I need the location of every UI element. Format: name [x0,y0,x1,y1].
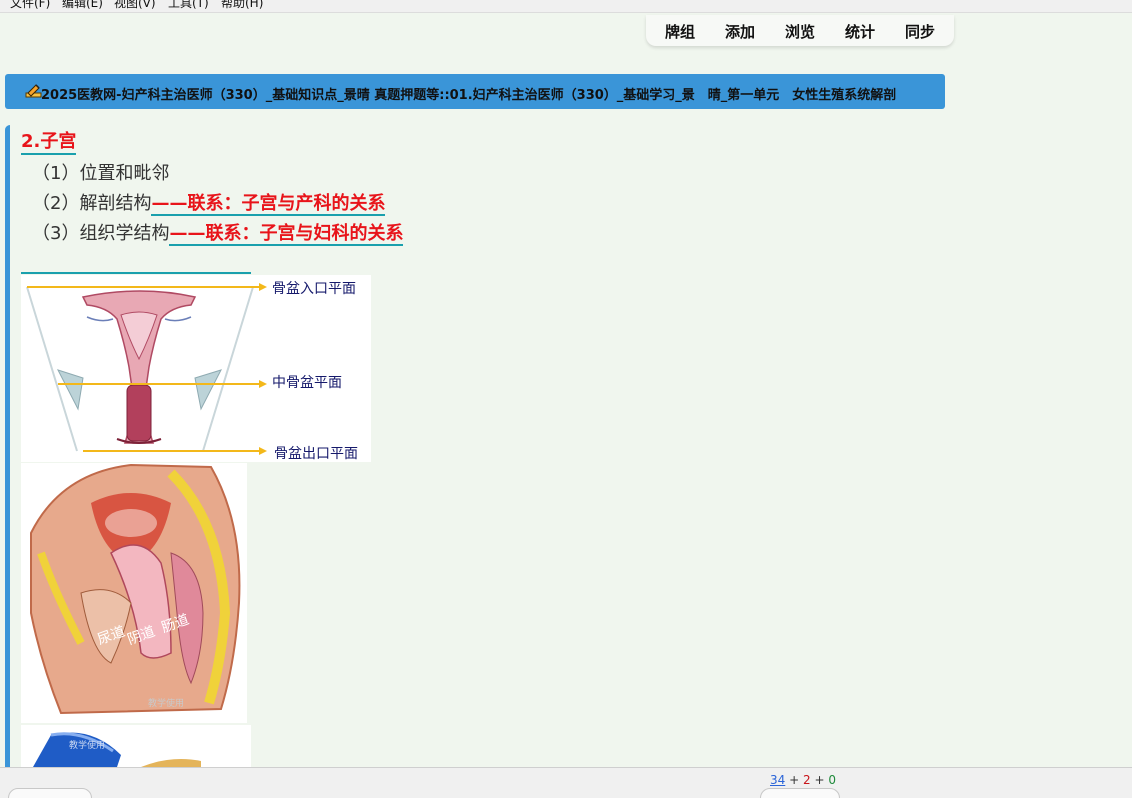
menu-file[interactable]: 文件(F) [10,0,50,9]
list-item-text: （2）解剖结构 [32,193,152,214]
due-counts: 34 + 2 + 0 [770,773,836,787]
edit-pencil-icon [25,84,42,98]
list-item-text: （3）组织学结构 [32,223,170,244]
pelvic-planes-illustration [26,283,267,455]
list-item-relation: ——联系：子宫与产科的关系 [151,193,386,216]
section-divider [21,272,251,274]
card-accent-bar [5,125,10,767]
list-item-text: （1）位置和毗邻 [32,163,170,184]
sagittal-section-figure: 尿道 阴道 肠道 教学使用 [21,463,247,723]
pelvic-planes-figure: 骨盆入口平面 中骨盆平面 骨盆出口平面 [21,275,371,462]
midpelvis-label: 中骨盆平面 [272,375,342,391]
plus-sign: + [814,773,825,787]
deck-breadcrumb-banner: 2025医教网-妇产科主治医师（330）_基础知识点_景晴 真题押题等::01.… [5,74,945,109]
pelvic-outlet-label: 骨盆出口平面 [274,446,358,462]
show-answer-button[interactable] [760,788,840,798]
list-item-relation: ——联系：子宫与妇科的关系 [169,223,404,246]
menu-help[interactable]: 帮助(H) [221,0,263,9]
review-count: 0 [828,773,836,787]
list-item: （3）组织学结构——联系：子宫与妇科的关系 [32,219,404,246]
third-figure-illustration [33,732,201,767]
toolbar-browse-button[interactable]: 浏览 [785,21,815,42]
toolbar-add-button[interactable]: 添加 [725,21,755,42]
list-item: （2）解剖结构——联系：子宫与产科的关系 [32,189,386,216]
card-content: 2.子宫 （1）位置和毗邻 （2）解剖结构——联系：子宫与产科的关系 （3）组织… [5,125,1132,767]
plus-sign: + [789,773,800,787]
third-figure: 教学使用 [21,725,251,767]
menu-bar: 文件(F) 编辑(E) 视图(V) 工具(T) 帮助(H) [0,0,1132,13]
list-item: （1）位置和毗邻 [32,159,169,185]
toolbar-stats-button[interactable]: 统计 [845,21,875,42]
menu-tools[interactable]: 工具(T) [168,0,209,9]
toolbar-decks-button[interactable]: 牌组 [665,21,695,42]
learn-count: 2 [803,773,811,787]
pelvic-inlet-label: 骨盆入口平面 [272,281,356,297]
edit-button[interactable] [8,788,92,798]
menu-view[interactable]: 视图(V) [114,0,156,9]
card-heading: 2.子宫 [21,131,77,155]
main-toolbar: 牌组 添加 浏览 统计 同步 [646,15,954,46]
sagittal-section-illustration [30,463,241,715]
bottom-bar: 34 + 2 + 0 [0,767,1132,798]
watermark-label: 教学使用 [69,741,106,751]
toolbar-sync-button[interactable]: 同步 [905,21,935,42]
new-count: 34 [770,773,786,787]
menu-edit[interactable]: 编辑(E) [62,0,103,9]
watermark-label: 教学使用 [148,699,185,709]
deck-breadcrumb: 2025医教网-妇产科主治医师（330）_基础知识点_景晴 真题押题等::01.… [41,88,897,103]
